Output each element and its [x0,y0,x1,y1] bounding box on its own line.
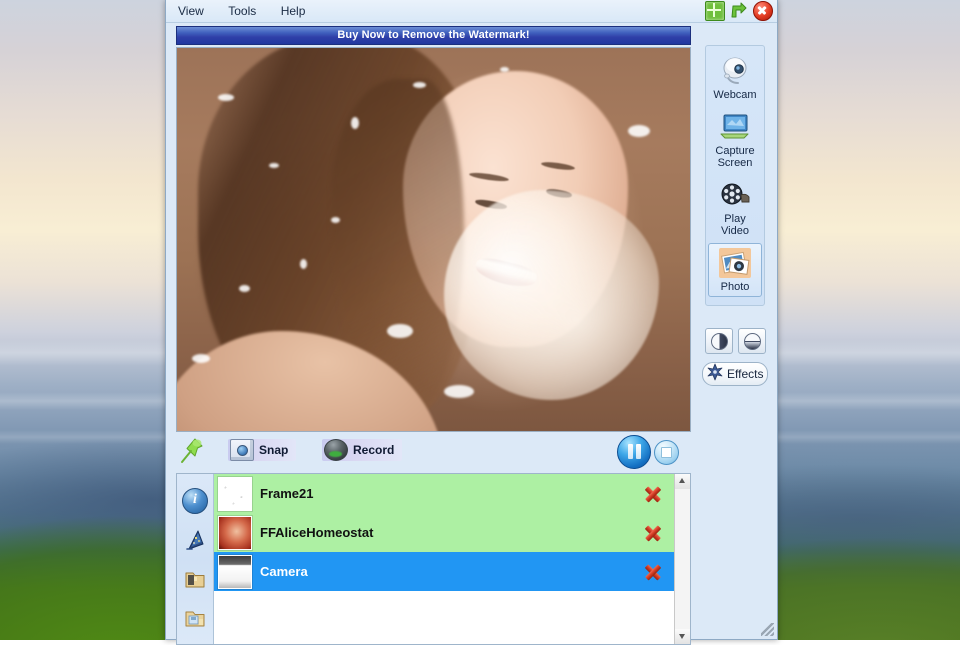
capture-toolbar: Snap Record [176,435,691,469]
mode-button-webcam[interactable]: Webcam [708,51,762,105]
preview-feather-fleck [300,259,307,269]
red-x-delete-icon[interactable] [642,522,664,544]
stop-icon[interactable] [654,440,679,465]
flip-vertical-icon[interactable] [738,328,766,354]
preview-feather-fleck [331,217,340,223]
left-column: Buy Now to Remove the Watermark! [166,23,693,645]
save-folder-icon[interactable] [183,607,207,631]
close-icon[interactable] [753,1,773,21]
menu-item-view[interactable]: View [170,0,212,21]
media-list: Frame21 FFAliceHomeostat Camera [214,474,674,644]
mode-button-photo[interactable]: Photo [708,243,762,297]
right-tool-column: Webcam Capture Screen [693,23,777,645]
menu-bar: View Tools Help [166,0,777,23]
monitor-capture-icon [710,110,760,144]
menu-item-help[interactable]: Help [273,0,314,21]
record-button[interactable]: Record [322,439,402,461]
resize-grip[interactable] [761,623,774,636]
scroll-up-arrow-icon[interactable] [675,474,690,489]
scroll-down-arrow-icon[interactable] [675,629,690,644]
record-button-label: Record [353,443,394,457]
list-item[interactable]: Frame21 [214,474,674,513]
preview-feather-fleck [387,324,413,338]
effects-button[interactable]: Effects [702,362,768,386]
restore-grid-icon[interactable] [705,1,725,21]
list-item-thumbnail [218,516,252,550]
webcam-icon [710,54,760,88]
effects-button-label: Effects [727,367,763,381]
record-dome-icon [324,439,348,461]
red-x-delete-icon[interactable] [642,561,664,583]
scrollbar-track[interactable] [675,489,690,629]
folder-icon[interactable] [183,568,207,592]
pause-icon[interactable] [617,435,651,469]
mode-label-photo: Photo [710,281,760,293]
photo-stack-icon [710,246,760,280]
camera-snap-icon [230,439,254,461]
mode-button-play-video[interactable]: Play Video [708,175,762,241]
snap-button-label: Snap [259,443,288,457]
mirror-horizontal-icon[interactable] [705,328,733,354]
preview-feather-fleck [628,125,650,137]
media-list-panel: i [176,473,691,645]
red-x-delete-icon[interactable] [642,483,664,505]
window-body: Buy Now to Remove the Watermark! [166,23,777,645]
list-item-thumbnail [218,555,252,589]
list-item-label: Frame21 [260,486,642,501]
snap-button[interactable]: Snap [228,439,296,461]
list-item[interactable]: FFAliceHomeostat [214,513,674,552]
list-item-selected[interactable]: Camera [214,552,674,591]
mode-label-webcam: Webcam [710,89,760,101]
list-side-rail: i [177,474,214,644]
info-icon[interactable]: i [182,488,208,514]
mode-label-play-video: Play Video [710,213,760,237]
minimize-arrow-icon[interactable] [730,2,748,20]
preview-feather-fleck [444,385,474,398]
list-scrollbar[interactable] [674,474,690,644]
menu-item-tools[interactable]: Tools [220,0,264,21]
effects-sparkle-icon [705,362,725,387]
mode-label-capture-screen: Capture Screen [710,145,760,169]
video-preview[interactable] [176,47,691,432]
list-item-thumbnail [218,477,252,511]
watermark-banner[interactable]: Buy Now to Remove the Watermark! [176,26,691,45]
list-item-label: FFAliceHomeostat [260,525,642,540]
application-window: View Tools Help Buy Now to Remove the Wa… [165,0,778,640]
window-controls [705,1,773,21]
list-item-label: Camera [260,564,642,579]
mode-button-capture-screen[interactable]: Capture Screen [708,107,762,173]
preview-feather-fleck [218,94,234,101]
effects-toggle-row [704,328,766,354]
mode-panel: Webcam Capture Screen [705,45,765,306]
pin-icon[interactable] [178,436,206,466]
film-reel-icon [710,178,760,212]
wizard-icon[interactable] [183,529,207,553]
